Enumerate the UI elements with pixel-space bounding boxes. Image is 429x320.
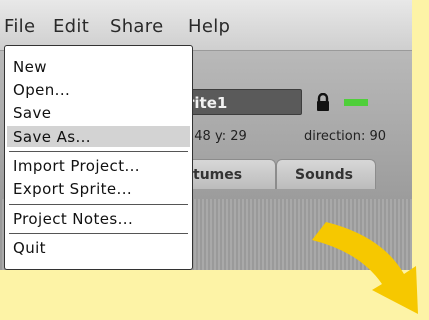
- menu-help[interactable]: Help: [188, 16, 230, 37]
- menu-separator: [9, 204, 188, 205]
- sprite-direction-text: direction: 90: [304, 129, 387, 144]
- menu-item-save[interactable]: Save: [13, 104, 51, 122]
- menu-bar: File Edit Share Help: [0, 0, 412, 51]
- menu-edit[interactable]: Edit: [53, 16, 89, 37]
- file-menu-dropdown: New Open... Save Save As... Import Proje…: [4, 45, 193, 270]
- menu-item-import-project[interactable]: Import Project...: [13, 157, 140, 175]
- menu-separator: [9, 233, 188, 234]
- status-indicator: [344, 99, 368, 106]
- sprite-position-text: 148 y: 29: [186, 129, 247, 144]
- menu-item-quit[interactable]: Quit: [13, 239, 46, 257]
- menu-file[interactable]: File: [4, 16, 35, 37]
- menu-item-save-as[interactable]: Save As...: [13, 128, 91, 146]
- menu-item-open[interactable]: Open...: [13, 81, 70, 99]
- menu-separator: [9, 151, 188, 152]
- menu-share[interactable]: Share: [110, 16, 163, 37]
- menu-item-project-notes[interactable]: Project Notes...: [13, 210, 133, 228]
- sprite-coordinates: 148 y: 29 direction: 90: [186, 129, 386, 144]
- curved-arrow-icon: [312, 222, 418, 314]
- tab-sounds[interactable]: Sounds: [276, 159, 376, 189]
- menu-item-export-sprite[interactable]: Export Sprite...: [13, 180, 132, 198]
- lock-icon[interactable]: [316, 93, 330, 111]
- menu-item-new[interactable]: New: [13, 58, 47, 76]
- tab-costumes[interactable]: tumes: [180, 159, 276, 189]
